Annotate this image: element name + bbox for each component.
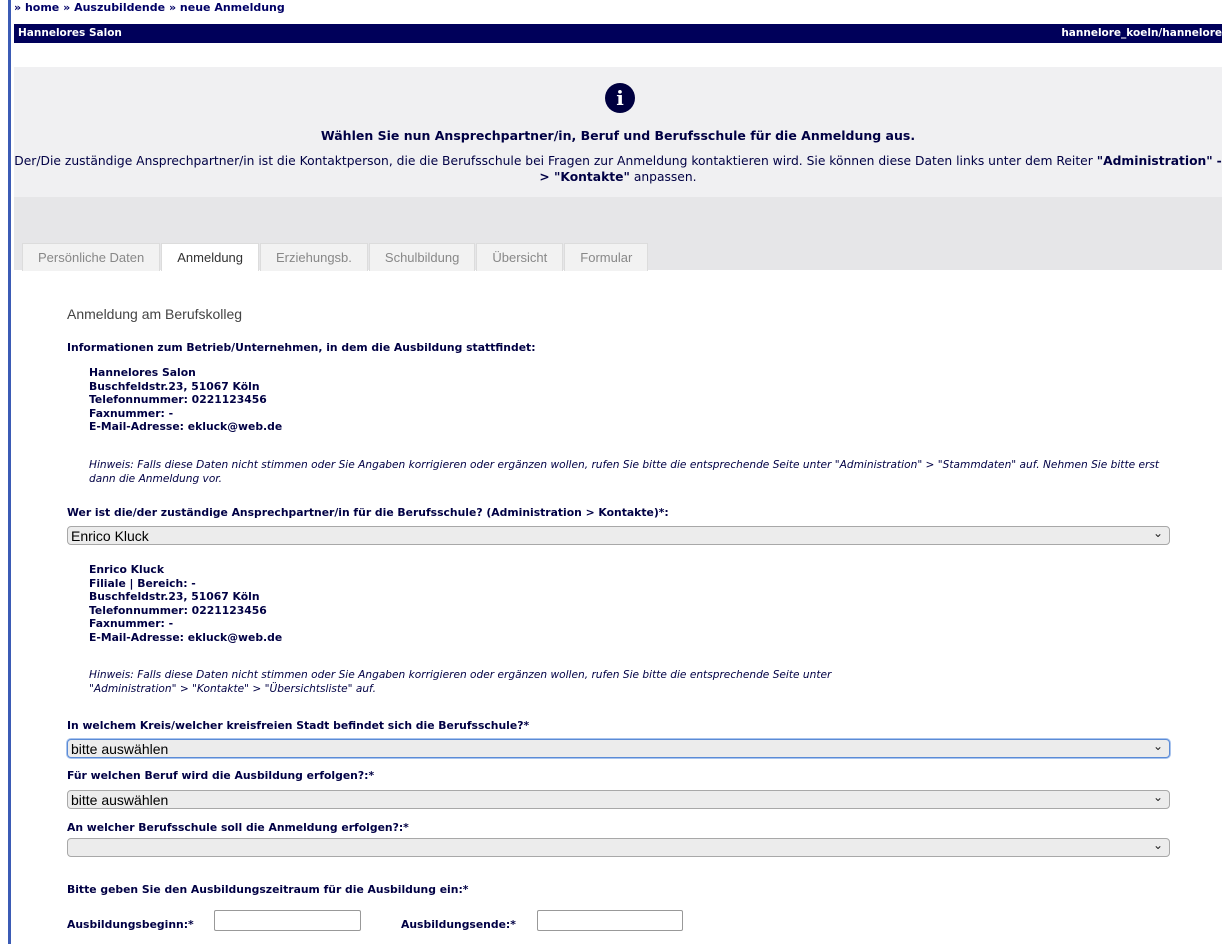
school-select[interactable]: ⌄ (67, 838, 1170, 857)
company-address-block: Hannelores Salon Buschfeldstr.23, 51067 … (89, 366, 282, 434)
chevron-down-icon: ⌄ (1152, 739, 1163, 753)
info-icon: i (605, 83, 635, 113)
registration-form: Anmeldung am Berufskolleg Informationen … (14, 271, 1222, 944)
company-hint: Hinweis: Falls diese Daten nicht stimmen… (89, 459, 1160, 485)
contact-select[interactable]: Enrico Kluck ⌄ (67, 526, 1170, 545)
info-title: Wählen Sie nun Ansprechpartner/in, Beruf… (320, 128, 916, 143)
company-email: E-Mail-Adresse: ekluck@web.de (89, 420, 283, 433)
breadcrumb-home-link[interactable]: home (25, 1, 59, 14)
company-address: Buschfeldstr.23, 51067 Köln (89, 379, 260, 393)
breadcrumb-separator: » (63, 1, 71, 14)
contact-phone: Telefonnummer: 0221123456 (89, 603, 267, 617)
info-text: Der/Die zuständige Ansprechpartner/in is… (14, 154, 1222, 184)
contact-branch: Filiale | Bereich: - (89, 576, 196, 590)
tab-personal-data[interactable]: Persönliche Daten (22, 243, 161, 271)
window-edge (8, 0, 11, 944)
company-phone: Telefonnummer: 0221123456 (89, 393, 267, 406)
chevron-down-icon: ⌄ (1152, 526, 1163, 540)
info-box: i Wählen Sie nun Ansprechpartner/in, Ber… (14, 67, 1222, 197)
tab-guardian[interactable]: Erziehungsb. (260, 243, 368, 271)
end-date-input[interactable] (537, 910, 683, 931)
chevron-down-icon: ⌄ (1152, 790, 1163, 804)
company-name: Hannelores Salon (89, 366, 196, 379)
profession-label: Für welchen Beruf wird die Ausbildung er… (67, 769, 375, 782)
tab-schooling[interactable]: Schulbildung (368, 243, 476, 271)
breadcrumb-current: neue Anmeldung (179, 1, 285, 14)
company-fax: Faxnummer: - (89, 406, 174, 420)
company-info-label: Informationen zum Betrieb/Unternehmen, i… (67, 341, 536, 354)
profession-select[interactable]: bitte auswählen ⌄ (67, 790, 1170, 809)
district-label: In welchem Kreis/welcher kreisfreien Sta… (67, 719, 530, 732)
breadcrumb-separator: » (14, 1, 22, 14)
period-label: Bitte geben Sie den Ausbildungszeitraum … (67, 883, 469, 896)
breadcrumb-separator: » (168, 1, 177, 14)
contact-name: Enrico Kluck (89, 563, 164, 576)
school-label: An welcher Berufsschule soll die Anmeldu… (67, 821, 409, 834)
breadcrumb-trainees-link[interactable]: Auszubildende (74, 1, 165, 14)
user-account[interactable]: hannelore_koeln/hannelore (1061, 27, 1222, 39)
contact-label: Wer ist die/der zuständige Ansprechpartn… (67, 506, 669, 519)
contact-hint: Hinweis: Falls diese Daten nicht stimmen… (89, 669, 832, 695)
tab-registration[interactable]: Anmeldung (161, 243, 260, 271)
start-date-input[interactable] (214, 910, 361, 931)
contact-fax: Faxnummer: - (89, 617, 174, 630)
contact-address-block: Enrico Kluck Filiale | Bereich: - Buschf… (89, 563, 282, 644)
tab-bar: Persönliche Daten Anmeldung Erziehungsb.… (22, 243, 649, 271)
chevron-down-icon: ⌄ (1152, 838, 1163, 852)
end-date-label: Ausbildungsende:* (401, 918, 516, 931)
start-date-label: Ausbildungsbeginn:* (67, 918, 194, 931)
contact-email: E-Mail-Adresse: ekluck@web.de (89, 630, 283, 644)
contact-address: Buschfeldstr.23, 51067 Köln (89, 590, 260, 603)
district-select[interactable]: bitte auswählen ⌄ (67, 739, 1170, 758)
tab-form[interactable]: Formular (564, 243, 649, 271)
company-name: Hannelores Salon (18, 27, 122, 39)
tab-overview[interactable]: Übersicht (476, 243, 564, 271)
breadcrumb: » home » Auszubildende » neue Anmeldung (14, 1, 285, 14)
title-bar: Hannelores Salon hannelore_koeln/hannelo… (14, 24, 1222, 43)
section-title: Anmeldung am Berufskolleg (67, 306, 243, 322)
